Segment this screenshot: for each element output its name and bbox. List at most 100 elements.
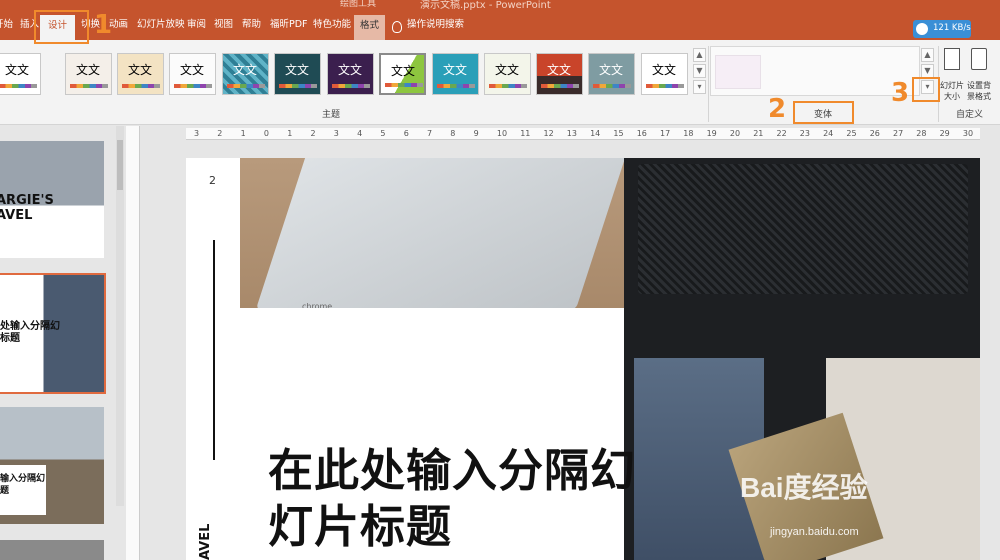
theme-color-bar [385,83,423,87]
theme-label: 文文 [443,63,468,77]
theme-thumb-selected[interactable]: 文文 [379,53,426,95]
theme-thumb[interactable]: 文文 [117,53,164,95]
theme-label: 文文 [233,63,258,77]
variants-scroll-up[interactable]: ▲ [921,48,934,62]
search-tell-me[interactable]: 操作说明搜索 [407,16,464,30]
customize-group-label: 自定义 [956,110,984,120]
slide-page-number: 2 [209,174,216,187]
theme-color-bar [279,84,317,88]
themes-scroll-up[interactable]: ▲ [693,48,706,62]
slide-thumbnail-2[interactable]: 处输入分隔幻 标题 [0,273,106,394]
theme-thumb[interactable]: 文文 [588,53,635,95]
baidu-watermark-logo: Bai度经验 [740,472,868,503]
tab-help[interactable]: 帮助 [242,16,261,30]
theme-label: 文文 [495,63,520,77]
ruler-tick-label: 7 [427,129,433,138]
slide-thumbnail-1[interactable]: ARGIE'S AVEL [0,141,104,258]
tab-format[interactable]: 格式 [354,15,386,40]
variant-thumb[interactable] [715,55,761,89]
theme-color-bar [174,84,212,88]
theme-label: 文文 [5,63,30,77]
theme-thumb[interactable]: 文文 [65,53,112,95]
ruler-tick-label: 1 [240,129,246,138]
ribbon-tabs: 开始 插入 设计 切换 动画 幻灯片放映 审阅 视图 帮助 福昕PDF 特色功能… [0,10,1000,40]
theme-label: 文文 [285,63,310,77]
network-speed-value: 121 KB/s [933,23,971,33]
theme-thumb[interactable]: 文文 [274,53,321,95]
slide-size-icon[interactable] [944,48,960,70]
variants-scroll-down[interactable]: ▼ [921,64,934,78]
ruler-tick-label: 23 [799,129,810,138]
theme-thumb[interactable]: 文文 [327,53,374,95]
decorative-line [213,240,215,460]
thumbnail-title: ARGIE'S AVEL [0,193,54,223]
ruler-tick-label: 15 [613,129,624,138]
ruler-tick-label: 1 [287,129,293,138]
themes-more-button[interactable]: ▾ [693,80,706,94]
theme-color-bar [541,84,579,88]
ruler-tick-label: 29 [939,129,950,138]
lightbulb-icon [392,21,402,33]
ruler-tick-label: 2 [310,129,316,138]
theme-label: 文文 [76,63,101,77]
ruler-tick-label: 30 [962,129,974,138]
theme-thumb[interactable]: 文文 [222,53,269,95]
slide-title-placeholder[interactable]: 在此处输入分隔幻 灯片标题 [268,443,636,555]
contextual-tool-label: 绘图工具 [340,0,377,9]
ruler-tick-label: 2 [217,129,223,138]
baidu-watermark-url: jingyan.baidu.com [770,526,859,538]
ruler-tick-label: 25 [846,129,857,138]
theme-color-bar [437,84,475,88]
variants-gallery[interactable] [710,46,920,96]
vertical-label: AVEL [198,523,213,560]
slide-size-button[interactable]: 幻灯片 大小 [938,80,966,102]
slide-title-line-2: 灯片标题 [268,500,453,553]
title-bar: 绘图工具 演示文稿.pptx - PowerPoint [0,0,1000,11]
tab-view[interactable]: 视图 [214,16,233,30]
theme-color-bar [593,84,631,88]
ruler-tick-label: 4 [357,129,363,138]
theme-thumb[interactable]: 文文 [0,53,41,95]
slide-thumbnail-3[interactable]: 输入分隔幻 题 [0,407,104,524]
ruler-tick-label: 19 [706,129,717,138]
thumbnail-title: 处输入分隔幻 标题 [0,321,60,344]
theme-thumb[interactable]: 文文 [432,53,479,95]
tab-slideshow[interactable]: 幻灯片放映 [137,16,185,30]
theme-thumb[interactable]: 文文 [484,53,531,95]
theme-label: 文文 [599,63,624,77]
theme-label: 文文 [338,63,363,77]
slide-thumbnail-4[interactable] [0,540,104,560]
theme-thumb[interactable]: 文文 [536,53,583,95]
ruler-tick-label: 9 [473,129,479,138]
ruler-tick-label: 0 [263,129,269,138]
horizontal-ruler: 3 2 1 0 1 2 3 4 5 6 7 8 9 10 11 12 13 14 15 16 17 18 19 20 21 22 2… [186,128,980,140]
tab-home[interactable]: 开始 [0,16,13,30]
format-background-button[interactable]: 设置背 景格式 [965,80,993,102]
theme-color-bar [489,84,527,88]
ruler-tick-label: 12 [543,129,554,138]
theme-color-bar [332,84,370,88]
scrollbar-thumb[interactable] [117,140,123,190]
network-speed-badge: 121 KB/s [913,20,971,38]
tab-review[interactable]: 审阅 [187,16,206,30]
format-background-icon[interactable] [971,48,987,70]
group-separator [708,46,709,122]
ruler-tick-label: 27 [893,129,904,138]
network-icon [916,23,928,35]
theme-color-bar [0,84,37,88]
themes-scroll-down[interactable]: ▼ [693,64,706,78]
themes-group-label: 主题 [322,110,341,120]
ruler-tick-label: 26 [869,129,880,138]
vertical-ruler [126,126,140,560]
theme-thumb[interactable]: 文文 [641,53,688,95]
ruler-tick-label: 16 [636,129,647,138]
ruler-tick-label: 28 [916,129,927,138]
ruler-tick-label: 5 [380,129,386,138]
tab-foxit-pdf[interactable]: 福昕PDF [270,16,308,30]
theme-thumb[interactable]: 文文 [169,53,216,95]
thumbnail-scrollbar[interactable] [116,126,124,506]
ruler-tick-label: 17 [660,129,671,138]
ruler-tick-label: 13 [566,129,577,138]
theme-color-bar [646,84,684,88]
tab-features[interactable]: 特色功能 [313,16,351,30]
